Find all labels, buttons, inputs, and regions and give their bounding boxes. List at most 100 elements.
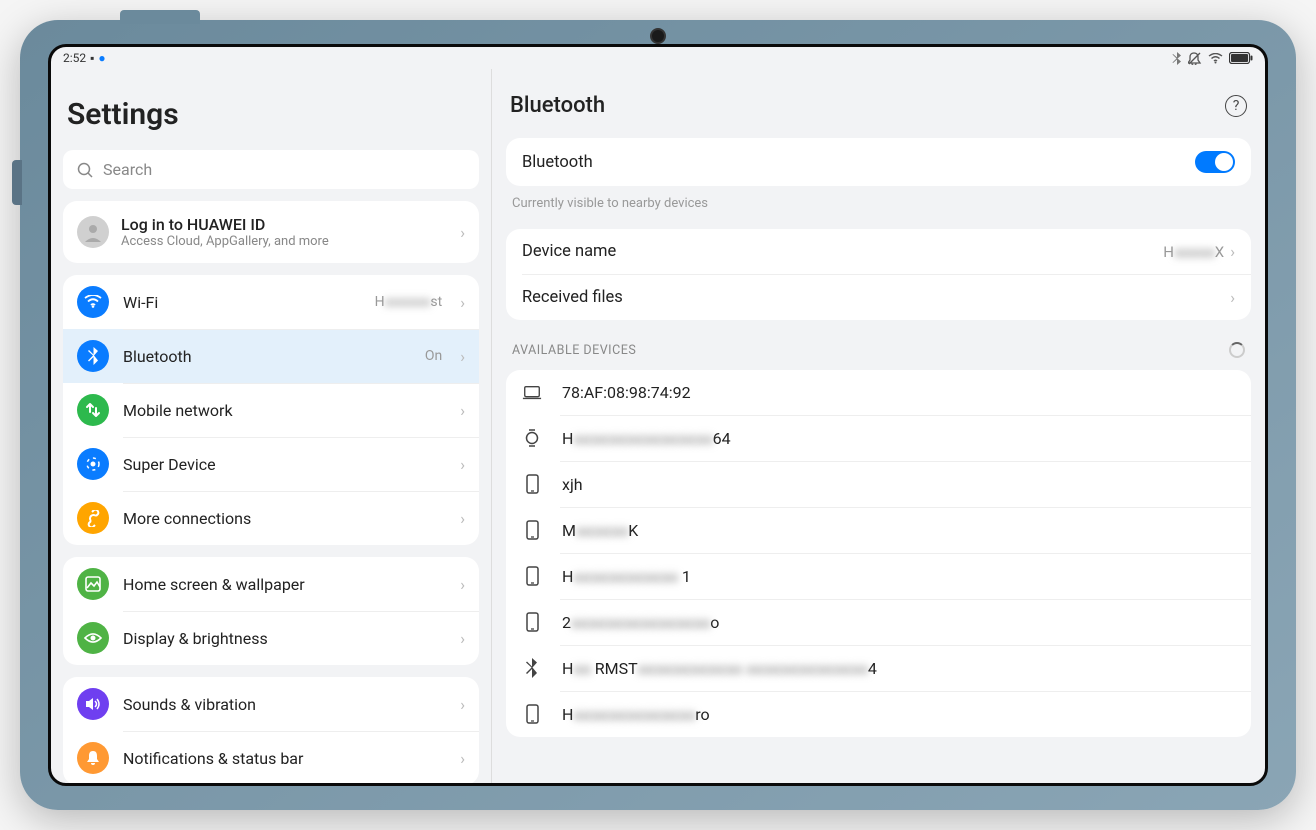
status-bar: 2:52 ▪ ● <box>51 47 1265 69</box>
nav-display-label: Display & brightness <box>123 629 446 648</box>
eye-icon <box>84 632 102 644</box>
device-label: 78:AF:08:98:74:92 <box>562 383 691 402</box>
device-name-value: HaaaaaX <box>1163 243 1224 261</box>
nav-more-label: More connections <box>123 509 446 528</box>
device-label: Haa RMSTaaaaaaaaaaaa aaaaaaaaaaaaaa4 <box>562 659 877 678</box>
chevron-right-icon: › <box>460 509 465 528</box>
device-row[interactable]: 2aaaaaaaaaaaaaaaao <box>506 599 1251 645</box>
bluetooth-toggle-label: Bluetooth <box>522 153 1195 172</box>
status-time: 2:52 <box>63 51 86 65</box>
mobile-network-icon <box>85 402 101 418</box>
nav-mobile-label: Mobile network <box>123 401 446 420</box>
tablet-device-frame: 2:52 ▪ ● Settings Search <box>20 20 1296 810</box>
status-indicator-icon: ▪ <box>90 51 94 65</box>
device-row[interactable]: Haaaaaaaaaaaa 1 <box>506 553 1251 599</box>
device-row[interactable]: Haa RMSTaaaaaaaaaaaa aaaaaaaaaaaaaa4 <box>506 645 1251 691</box>
nav-bluetooth[interactable]: Bluetooth On › <box>63 329 479 383</box>
phone-icon <box>522 520 542 540</box>
account-title: Log in to HUAWEI ID <box>121 215 448 234</box>
phone-icon <box>522 474 542 494</box>
nav-sounds-vibration[interactable]: Sounds & vibration › <box>63 677 479 731</box>
nav-sounds-label: Sounds & vibration <box>123 695 446 714</box>
received-files-label: Received files <box>522 288 1230 307</box>
chevron-right-icon: › <box>460 455 465 474</box>
device-label: Haaaaaaaaaaaa 1 <box>562 567 691 586</box>
available-devices-label: AVAILABLE DEVICES <box>512 343 636 358</box>
search-input[interactable]: Search <box>63 150 479 189</box>
settings-sidebar: Settings Search Log in to HUAWEI ID Acce… <box>51 69 491 783</box>
nav-super-label: Super Device <box>123 455 446 474</box>
battery-status-icon <box>1229 52 1253 64</box>
wifi-status-icon <box>1208 53 1223 64</box>
chevron-right-icon: › <box>460 293 465 312</box>
chevron-right-icon: › <box>460 401 465 420</box>
bell-icon <box>86 750 100 766</box>
help-button[interactable]: ? <box>1225 95 1247 117</box>
nav-mobile-network[interactable]: Mobile network › <box>63 383 479 437</box>
available-devices-header: AVAILABLE DEVICES <box>506 320 1251 370</box>
chevron-right-icon: › <box>460 749 465 768</box>
laptop-icon <box>522 385 542 401</box>
received-files-row[interactable]: Received files › <box>506 275 1251 320</box>
device-row[interactable]: xjh <box>506 461 1251 507</box>
bt-icon <box>522 658 542 678</box>
front-camera <box>650 28 666 44</box>
chevron-right-icon: › <box>460 347 465 366</box>
mute-status-icon <box>1188 52 1202 65</box>
chevron-right-icon: › <box>460 695 465 714</box>
wallpaper-icon <box>85 576 101 592</box>
device-row[interactable]: 78:AF:08:98:74:92 <box>506 370 1251 415</box>
scanning-spinner-icon <box>1229 342 1245 358</box>
device-list: 78:AF:08:98:74:92 Haaaaaaaaaaaaaaaa64 xjh M… <box>506 370 1251 737</box>
bluetooth-status-icon <box>1172 52 1182 65</box>
status-dot-icon: ● <box>98 51 105 65</box>
search-placeholder: Search <box>103 160 152 179</box>
huawei-id-row[interactable]: Log in to HUAWEI ID Access Cloud, AppGal… <box>63 201 479 263</box>
phone-icon <box>522 704 542 724</box>
nav-home-label: Home screen & wallpaper <box>123 575 446 594</box>
device-name-label: Device name <box>522 242 1163 261</box>
screen: 2:52 ▪ ● Settings Search <box>48 44 1268 786</box>
device-label: Haaaaaaaaaaaaaaaa64 <box>562 429 731 448</box>
account-subtitle: Access Cloud, AppGallery, and more <box>121 234 448 249</box>
visibility-hint: Currently visible to nearby devices <box>506 186 1251 229</box>
nav-wifi-label: Wi-Fi <box>123 293 361 312</box>
device-row[interactable]: Haaaaaaaaaaaaaaaa64 <box>506 415 1251 461</box>
nav-notifications[interactable]: Notifications & status bar › <box>63 731 479 783</box>
device-label: 2aaaaaaaaaaaaaaaao <box>562 613 719 632</box>
chevron-right-icon: › <box>460 629 465 648</box>
device-label: MaaaaaaK <box>562 521 638 540</box>
bluetooth-icon <box>88 347 99 365</box>
device-label: xjh <box>562 475 583 494</box>
detail-pane: Bluetooth ? Bluetooth Currently visible … <box>491 69 1265 783</box>
nav-super-device[interactable]: Super Device › <box>63 437 479 491</box>
nav-home-wallpaper[interactable]: Home screen & wallpaper › <box>63 557 479 611</box>
device-row[interactable]: MaaaaaaK <box>506 507 1251 553</box>
wifi-icon <box>84 295 102 309</box>
phone-icon <box>522 566 542 586</box>
bluetooth-toggle-row[interactable]: Bluetooth <box>506 138 1251 186</box>
nav-bluetooth-label: Bluetooth <box>123 347 411 366</box>
watch-icon <box>522 428 542 448</box>
avatar-icon <box>77 216 109 248</box>
nav-bluetooth-value: On <box>425 348 442 364</box>
chevron-right-icon: › <box>460 575 465 594</box>
super-device-icon <box>84 455 102 473</box>
phone-icon <box>522 612 542 632</box>
nav-wifi-value: Haaaaaast <box>375 294 443 310</box>
nav-more-connections[interactable]: More connections › <box>63 491 479 545</box>
device-label: Haaaaaaaaaaaaaaro <box>562 705 710 724</box>
device-name-row[interactable]: Device name HaaaaaX › <box>506 229 1251 274</box>
device-row[interactable]: Haaaaaaaaaaaaaaro <box>506 691 1251 737</box>
speaker-icon <box>85 697 101 711</box>
chevron-right-icon: › <box>1230 242 1235 261</box>
settings-title: Settings <box>63 77 479 150</box>
detail-title: Bluetooth <box>510 93 605 118</box>
status-right <box>1172 52 1253 65</box>
link-icon <box>85 510 102 527</box>
search-icon <box>77 162 93 178</box>
nav-display-brightness[interactable]: Display & brightness › <box>63 611 479 665</box>
bluetooth-toggle[interactable] <box>1195 151 1235 173</box>
nav-wifi[interactable]: Wi-Fi Haaaaaast › <box>63 275 479 329</box>
chevron-right-icon: › <box>460 223 465 242</box>
